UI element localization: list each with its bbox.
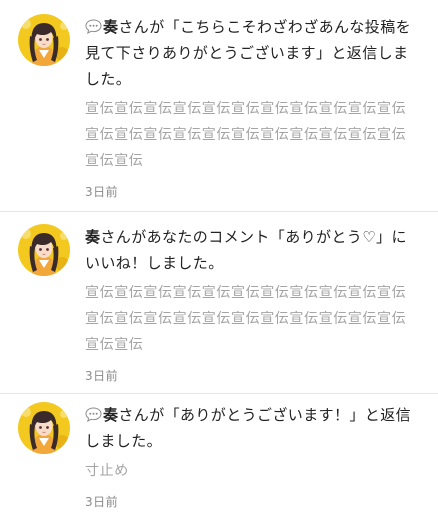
notification-action: さんが「ありがとうございます！」と返信しました。 — [85, 406, 412, 450]
user-avatar[interactable] — [18, 14, 70, 66]
user-name[interactable]: 奏 — [103, 406, 118, 424]
speech-bubble-icon — [85, 407, 102, 422]
notification-text: 奏さんがあなたのコメント「ありがとう♡」にいいね！しました。 — [85, 224, 418, 276]
notification-content: 奏さんが「こちらこそわざわざあんな投稿を見て下さりありがとうございます」と返信し… — [85, 14, 418, 200]
timestamp: 3日前 — [85, 495, 119, 509]
user-avatar[interactable] — [18, 224, 70, 276]
quoted-post[interactable]: 宣伝宣伝宣伝宣伝宣伝宣伝宣伝宣伝宣伝宣伝宣伝宣伝宣伝宣伝宣伝宣伝宣伝宣伝宣伝宣伝… — [85, 96, 418, 174]
user-name[interactable]: 奏 — [85, 228, 100, 246]
notification-item[interactable]: 奏さんが「こちらこそわざわざあんな投稿を見て下さりありがとうございます」と返信し… — [0, 0, 438, 212]
notification-text: 奏さんが「こちらこそわざわざあんな投稿を見て下さりありがとうございます」と返信し… — [85, 14, 418, 92]
notification-action: さんが「こちらこそわざわざあんな投稿を見て下さりありがとうございます」と返信しま… — [85, 18, 412, 88]
notification-action: さんがあなたのコメント「ありがとう♡」にいいね！しました。 — [85, 228, 407, 272]
quoted-post[interactable]: 寸止め — [85, 458, 418, 484]
notification-list: 奏さんが「こちらこそわざわざあんな投稿を見て下さりありがとうございます」と返信し… — [0, 0, 438, 512]
notification-content: 奏さんがあなたのコメント「ありがとう♡」にいいね！しました。 宣伝宣伝宣伝宣伝宣… — [85, 224, 418, 384]
notification-content: 奏さんが「ありがとうございます！」と返信しました。 寸止め 3日前 — [85, 402, 418, 510]
timestamp: 3日前 — [85, 185, 119, 199]
user-avatar[interactable] — [18, 402, 70, 454]
speech-bubble-icon — [85, 19, 102, 34]
notification-item[interactable]: 奏さんがあなたのコメント「ありがとう♡」にいいね！しました。 宣伝宣伝宣伝宣伝宣… — [0, 212, 438, 394]
notification-text: 奏さんが「ありがとうございます！」と返信しました。 — [85, 402, 418, 454]
quoted-post[interactable]: 宣伝宣伝宣伝宣伝宣伝宣伝宣伝宣伝宣伝宣伝宣伝宣伝宣伝宣伝宣伝宣伝宣伝宣伝宣伝宣伝… — [85, 280, 418, 358]
user-name[interactable]: 奏 — [103, 18, 118, 36]
timestamp: 3日前 — [85, 369, 119, 383]
notification-item[interactable]: 奏さんが「ありがとうございます！」と返信しました。 寸止め 3日前 — [0, 394, 438, 512]
